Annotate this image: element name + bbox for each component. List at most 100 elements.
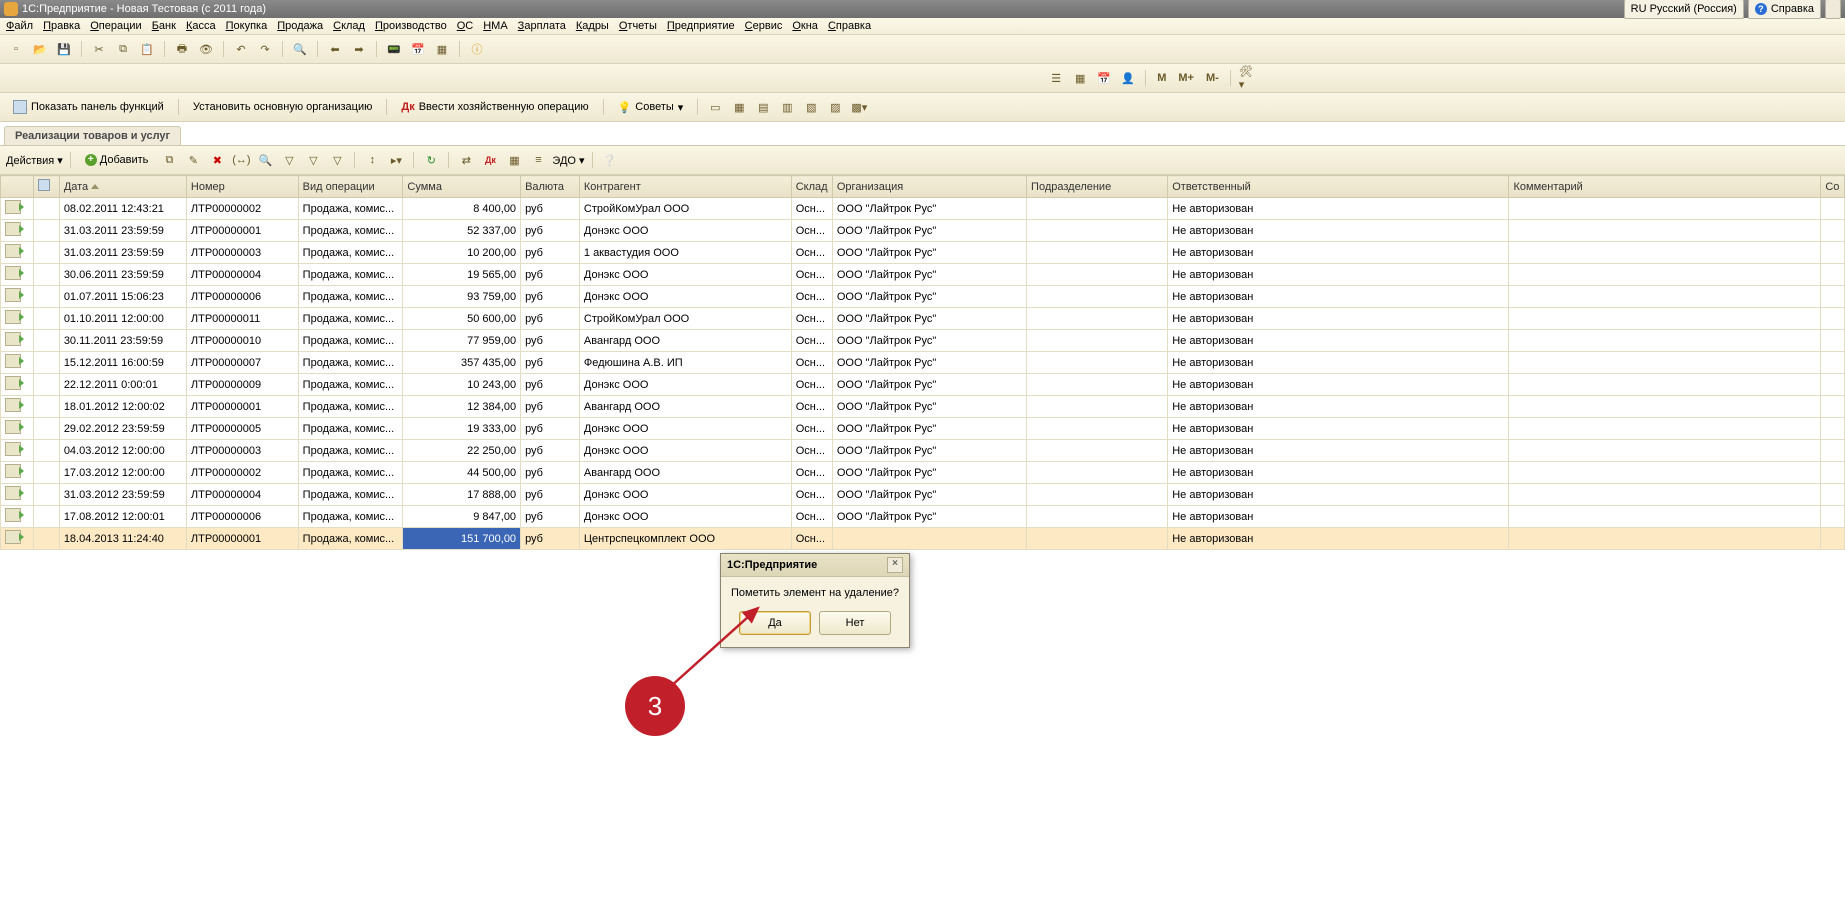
- toolbar-toggle[interactable]: [1825, 0, 1841, 19]
- col-flag[interactable]: [33, 176, 59, 198]
- open-icon[interactable]: 📂: [30, 39, 50, 59]
- table-row[interactable]: 08.02.2011 12:43:21ЛТР00000002Продажа, к…: [1, 198, 1845, 220]
- menu-справка[interactable]: Справка: [828, 20, 871, 32]
- new-icon[interactable]: ▫: [6, 39, 26, 59]
- col-wh[interactable]: Склад: [791, 176, 832, 198]
- nav-back-icon[interactable]: ⬅: [325, 39, 345, 59]
- menu-предприятие[interactable]: Предприятие: [667, 20, 735, 32]
- table-row[interactable]: 18.01.2012 12:00:02ЛТР00000001Продажа, к…: [1, 396, 1845, 418]
- sort-icon[interactable]: ↕: [362, 150, 382, 170]
- t3-icon-3[interactable]: ▤: [753, 97, 773, 117]
- t3-icon-4[interactable]: ▥: [777, 97, 797, 117]
- calc-icon[interactable]: 📟: [384, 39, 404, 59]
- wrench-icon[interactable]: 🛠▾: [1238, 68, 1258, 88]
- menu-правка[interactable]: Правка: [43, 20, 80, 32]
- preview-icon[interactable]: 👁: [196, 39, 216, 59]
- menu-нма[interactable]: НМА: [483, 20, 507, 32]
- col-org[interactable]: Организация: [832, 176, 1026, 198]
- table-row[interactable]: 15.12.2011 16:00:59ЛТР00000007Продажа, к…: [1, 352, 1845, 374]
- col-curr[interactable]: Валюта: [521, 176, 580, 198]
- props-icon[interactable]: ▦: [504, 150, 524, 170]
- col-comment[interactable]: Комментарий: [1509, 176, 1821, 198]
- save-icon[interactable]: 💾: [54, 39, 74, 59]
- table-row[interactable]: 29.02.2012 23:59:59ЛТР00000005Продажа, к…: [1, 418, 1845, 440]
- redo-icon[interactable]: ↷: [255, 39, 275, 59]
- add-button[interactable]: +Добавить: [78, 149, 156, 171]
- table-row[interactable]: 01.10.2011 12:00:00ЛТР00000011Продажа, к…: [1, 308, 1845, 330]
- mem-m[interactable]: M: [1153, 68, 1170, 88]
- table-row[interactable]: 01.07.2011 15:06:23ЛТР00000006Продажа, к…: [1, 286, 1845, 308]
- menu-склад[interactable]: Склад: [333, 20, 365, 32]
- mem-mminus[interactable]: M-: [1202, 68, 1223, 88]
- undo-icon[interactable]: ↶: [231, 39, 251, 59]
- filter1-icon[interactable]: ▽: [279, 150, 299, 170]
- grid-icon[interactable]: ▦: [1070, 68, 1090, 88]
- move-icon[interactable]: ⇄: [456, 150, 476, 170]
- close-icon[interactable]: ×: [887, 557, 903, 573]
- col-date[interactable]: Дата: [59, 176, 186, 198]
- mem-mplus[interactable]: M+: [1174, 68, 1198, 88]
- col-num[interactable]: Номер: [186, 176, 298, 198]
- calendar-icon[interactable]: 📅: [408, 39, 428, 59]
- menu-банк[interactable]: Банк: [152, 20, 176, 32]
- t3-icon-5[interactable]: ▧: [801, 97, 821, 117]
- windows-icon[interactable]: ▦: [432, 39, 452, 59]
- document-tab[interactable]: Реализации товаров и услуг: [4, 126, 181, 145]
- menu-файл[interactable]: Файл: [6, 20, 33, 32]
- filter3-icon[interactable]: ▽: [327, 150, 347, 170]
- menu-продажа[interactable]: Продажа: [277, 20, 323, 32]
- col-contr[interactable]: Контрагент: [579, 176, 791, 198]
- t3-icon-6[interactable]: ▨: [825, 97, 845, 117]
- menu-отчеты[interactable]: Отчеты: [619, 20, 657, 32]
- language-selector[interactable]: RU Русский (Россия): [1624, 0, 1744, 19]
- table-row[interactable]: 31.03.2011 23:59:59ЛТР00000001Продажа, к…: [1, 220, 1845, 242]
- refresh-icon[interactable]: ↻: [421, 150, 441, 170]
- actions-menu[interactable]: Действия ▾: [6, 154, 63, 167]
- yes-button[interactable]: Да: [739, 611, 811, 635]
- dialog-title-bar[interactable]: 1С:Предприятие ×: [721, 554, 909, 577]
- col-extra[interactable]: Со: [1821, 176, 1845, 198]
- t3-icon-7[interactable]: ▩▾: [849, 97, 869, 117]
- menu-ос[interactable]: ОС: [457, 20, 474, 32]
- menu-покупка[interactable]: Покупка: [226, 20, 268, 32]
- table-row[interactable]: 22.12.2011 0:00:01ЛТР00000009Продажа, ко…: [1, 374, 1845, 396]
- print-icon[interactable]: 🖶: [172, 39, 192, 59]
- menu-окна[interactable]: Окна: [792, 20, 818, 32]
- nav-fwd-icon[interactable]: ➡: [349, 39, 369, 59]
- lines-icon[interactable]: ≡: [528, 150, 548, 170]
- user-icon[interactable]: 👤: [1118, 68, 1138, 88]
- table-row[interactable]: 31.03.2012 23:59:59ЛТР00000004Продажа, к…: [1, 484, 1845, 506]
- menu-кадры[interactable]: Кадры: [576, 20, 609, 32]
- menu-зарплата[interactable]: Зарплата: [518, 20, 566, 32]
- edit-row-icon[interactable]: ✎: [183, 150, 203, 170]
- table-row[interactable]: 30.11.2011 23:59:59ЛТР00000010Продажа, к…: [1, 330, 1845, 352]
- table-row[interactable]: 17.03.2012 12:00:00ЛТР00000002Продажа, к…: [1, 462, 1845, 484]
- col-sum[interactable]: Сумма: [403, 176, 521, 198]
- dk2-icon[interactable]: Дк: [480, 150, 500, 170]
- table-row[interactable]: 31.03.2011 23:59:59ЛТР00000003Продажа, к…: [1, 242, 1845, 264]
- copy-row-icon[interactable]: ⧉: [159, 150, 179, 170]
- col-dept[interactable]: Подразделение: [1027, 176, 1168, 198]
- help2-icon[interactable]: ❔: [600, 150, 620, 170]
- show-func-panel-button[interactable]: Показать панель функций: [6, 96, 171, 118]
- paste-icon[interactable]: 📋: [137, 39, 157, 59]
- post-icon[interactable]: ▸▾: [386, 150, 406, 170]
- col-resp[interactable]: Ответственный: [1168, 176, 1509, 198]
- col-icon[interactable]: [1, 176, 34, 198]
- table-row[interactable]: 04.03.2012 12:00:00ЛТР00000003Продажа, к…: [1, 440, 1845, 462]
- t3-icon-1[interactable]: ▭: [705, 97, 725, 117]
- filter2-icon[interactable]: ▽: [303, 150, 323, 170]
- table-row[interactable]: 18.04.2013 11:24:40ЛТР00000001Продажа, к…: [1, 528, 1845, 550]
- cut-icon[interactable]: ✂: [89, 39, 109, 59]
- enter-oper-button[interactable]: ДкВвести хозяйственную операцию: [394, 96, 595, 118]
- delete-row-icon[interactable]: ✖: [207, 150, 227, 170]
- cal2-icon[interactable]: 📅: [1094, 68, 1114, 88]
- t3-icon-2[interactable]: ▦: [729, 97, 749, 117]
- menu-касса[interactable]: Касса: [186, 20, 216, 32]
- col-optype[interactable]: Вид операции: [298, 176, 403, 198]
- info-icon[interactable]: ⓘ: [467, 39, 487, 59]
- grid-scroll[interactable]: Дата Номер Вид операции Сумма Валюта Кон…: [0, 175, 1845, 906]
- no-button[interactable]: Нет: [819, 611, 891, 635]
- find2-icon[interactable]: 🔍: [255, 150, 275, 170]
- set-main-org-button[interactable]: Установить основную организацию: [186, 96, 380, 118]
